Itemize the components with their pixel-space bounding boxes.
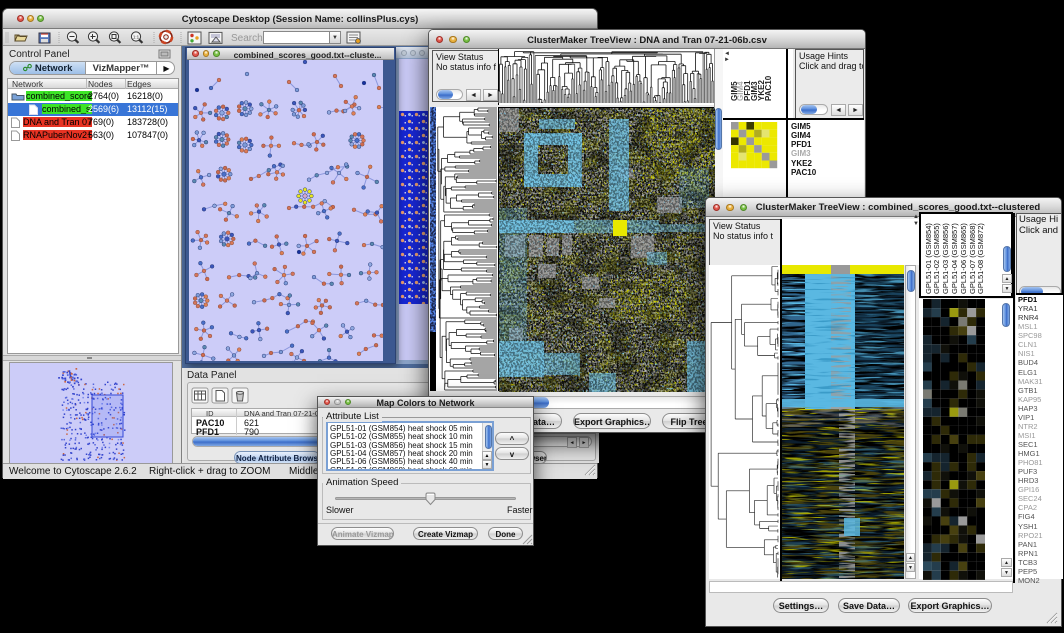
svg-text:1:1: 1:1 [133, 35, 140, 40]
svg-text:Search:: Search: [231, 33, 265, 44]
